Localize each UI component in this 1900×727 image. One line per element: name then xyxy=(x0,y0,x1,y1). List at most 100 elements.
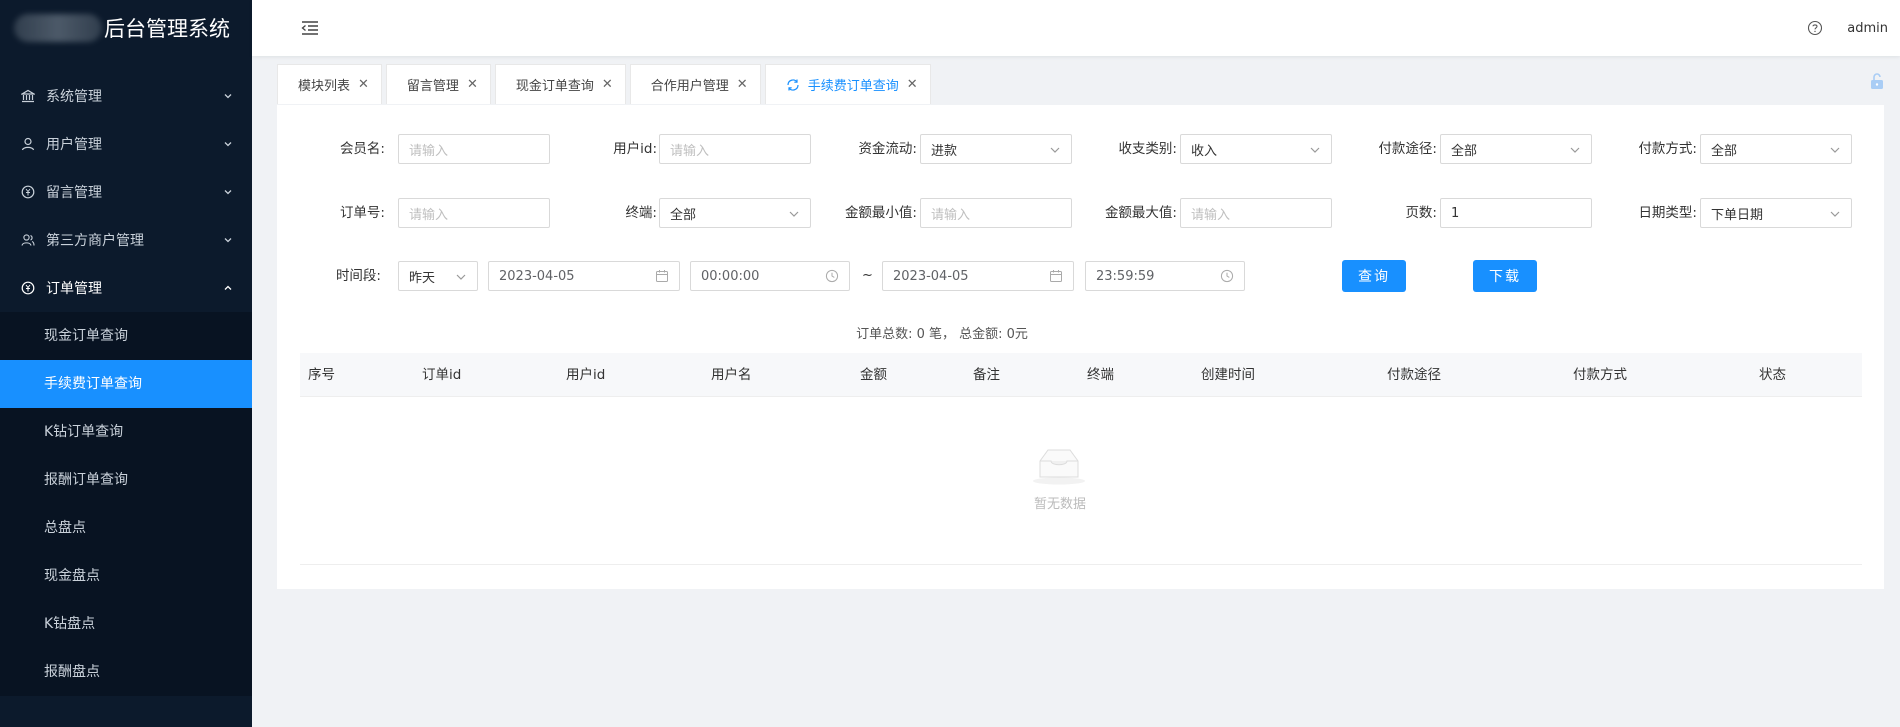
sidebar-subitem-reward-orders[interactable]: 报酬订单查询 xyxy=(0,456,252,504)
sidebar-item-label: 留言管理 xyxy=(46,185,102,201)
column-header: 终端 xyxy=(1087,367,1114,383)
sidebar-subitem-cash-inventory[interactable]: 现金盘点 xyxy=(0,552,252,600)
sidebar: 后台管理系统 系统管理 用户管理 留言管理 第三方商户管理 订单管理 现金订单查… xyxy=(0,0,252,727)
order-no-input[interactable]: 请输入 xyxy=(398,198,550,228)
user-id-input[interactable]: 请输入 xyxy=(659,134,811,164)
order-summary: 订单总数: 0 笔， 总金额: 0元 xyxy=(856,327,1028,342)
close-icon[interactable]: ✕ xyxy=(737,77,748,92)
sidebar-item-label: 用户管理 xyxy=(46,137,102,153)
header-right: admin xyxy=(1807,20,1888,36)
tab-label: 模块列表 xyxy=(298,79,351,94)
start-time-picker[interactable]: 00:00:00 xyxy=(690,261,850,291)
end-time-picker[interactable]: 23:59:59 xyxy=(1085,261,1245,291)
column-header: 创建时间 xyxy=(1201,367,1255,383)
sidebar-subitem-total-inventory[interactable]: 总盘点 xyxy=(0,504,252,552)
sidebar-subitem-kdiamond-orders[interactable]: K钻订单查询 xyxy=(0,408,252,456)
tab-fee-orders[interactable]: 手续费订单查询 ✕ xyxy=(764,64,931,104)
select-value: 收入 xyxy=(1191,143,1218,159)
time-preset-select[interactable]: 昨天 xyxy=(398,261,478,291)
sidebar-item-system[interactable]: 系统管理 xyxy=(0,72,252,120)
min-amount-input[interactable]: 请输入 xyxy=(920,198,1072,228)
close-icon[interactable]: ✕ xyxy=(467,77,478,92)
sidebar-item-orders[interactable]: 订单管理 xyxy=(0,264,252,312)
fund-flow-select[interactable]: 进款 xyxy=(920,134,1072,164)
tab-label: 留言管理 xyxy=(406,79,459,94)
sidebar-subitem-fee-orders[interactable]: 手续费订单查询 xyxy=(0,360,252,408)
query-button[interactable]: 查询 xyxy=(1342,260,1406,292)
terminal-select[interactable]: 全部 xyxy=(659,198,811,228)
pay-method-select[interactable]: 全部 xyxy=(1700,134,1852,164)
download-button[interactable]: 下载 xyxy=(1473,260,1537,292)
date-value: 2023-04-05 xyxy=(499,268,575,284)
sidebar-subitem-kdiamond-inventory[interactable]: K钻盘点 xyxy=(0,600,252,648)
min-amount-label: 金额最小值: xyxy=(844,205,917,221)
tab-cash-orders[interactable]: 现金订单查询 ✕ xyxy=(494,64,626,104)
chevron-down-icon xyxy=(1569,144,1581,156)
order-no-label: 订单号: xyxy=(339,205,385,221)
pay-method-label: 付款方式: xyxy=(1638,141,1697,157)
page-input[interactable]: 1 xyxy=(1440,198,1592,228)
inbox-icon xyxy=(1030,445,1088,485)
tab-bar: 模块列表 ✕ 留言管理 ✕ 现金订单查询 ✕ 合作用户管理 ✕ 手续费订单查询 … xyxy=(277,64,1860,104)
close-icon[interactable]: ✕ xyxy=(358,77,369,92)
chevron-down-icon xyxy=(1049,144,1061,156)
select-value: 全部 xyxy=(1711,143,1738,159)
clock-icon xyxy=(1220,269,1234,283)
sidebar-subitem-cash-orders[interactable]: 现金订单查询 xyxy=(0,312,252,360)
tab-label: 合作用户管理 xyxy=(650,79,729,94)
sidebar-item-messages[interactable]: 留言管理 xyxy=(0,168,252,216)
unlock-icon[interactable] xyxy=(1868,72,1886,90)
user-name[interactable]: admin xyxy=(1847,21,1888,36)
select-value: 下单日期 xyxy=(1711,207,1764,223)
calendar-icon xyxy=(1049,269,1063,283)
io-type-select[interactable]: 收入 xyxy=(1180,134,1332,164)
sidebar-menu: 系统管理 用户管理 留言管理 第三方商户管理 订单管理 现金订单查询 手续费订单… xyxy=(0,56,252,696)
sidebar-item-users[interactable]: 用户管理 xyxy=(0,120,252,168)
end-date-picker[interactable]: 2023-04-05 xyxy=(882,261,1074,291)
menu-collapse-icon[interactable] xyxy=(300,18,320,38)
member-name-input[interactable]: 请输入 xyxy=(398,134,550,164)
orders-submenu: 现金订单查询 手续费订单查询 K钻订单查询 报酬订单查询 总盘点 现金盘点 K钻… xyxy=(0,312,252,696)
pay-channel-label: 付款途径: xyxy=(1378,141,1437,157)
range-separator: ~ xyxy=(862,268,873,283)
filter-row-2: 订单号: 请输入 终端: 全部 金额最小值: 请输入 金额最大值: 请输入 页数… xyxy=(277,198,1884,228)
bank-icon xyxy=(20,88,36,104)
empty-text: 暂无数据 xyxy=(1033,497,1086,512)
orders-table: 序号 订单id 用户id 用户名 金额 备注 终端 创建时间 付款途径 付款方式… xyxy=(300,353,1862,565)
close-icon[interactable]: ✕ xyxy=(602,77,613,92)
max-amount-label: 金额最大值: xyxy=(1104,205,1177,221)
main-content: 会员名: 请输入 用户id: 请输入 资金流动: 进款 收支类别: 收入 付款途… xyxy=(277,105,1884,589)
logo: 后台管理系统 xyxy=(0,0,252,56)
time-range-label: 时间段: xyxy=(335,268,381,284)
start-date-picker[interactable]: 2023-04-05 xyxy=(488,261,680,291)
tab-messages[interactable]: 留言管理 ✕ xyxy=(385,64,491,104)
max-amount-input[interactable]: 请输入 xyxy=(1180,198,1332,228)
team-icon xyxy=(20,232,36,248)
help-icon[interactable] xyxy=(1807,20,1823,36)
filter-row-1: 会员名: 请输入 用户id: 请输入 资金流动: 进款 收支类别: 收入 付款途… xyxy=(277,134,1884,164)
fund-flow-label: 资金流动: xyxy=(858,141,917,157)
date-value: 2023-04-05 xyxy=(893,268,969,284)
date-type-select[interactable]: 下单日期 xyxy=(1700,198,1852,228)
sidebar-item-label: 订单管理 xyxy=(46,281,102,297)
column-header: 订单id xyxy=(422,367,462,383)
top-header: admin xyxy=(252,0,1900,56)
close-icon[interactable]: ✕ xyxy=(907,77,918,92)
sidebar-item-merchants[interactable]: 第三方商户管理 xyxy=(0,216,252,264)
user-id-label: 用户id: xyxy=(613,141,657,157)
tab-partner-users[interactable]: 合作用户管理 ✕ xyxy=(629,64,761,104)
refresh-icon[interactable] xyxy=(786,78,800,92)
sidebar-item-label: 第三方商户管理 xyxy=(46,233,144,249)
select-value: 进款 xyxy=(931,143,958,159)
sidebar-subitem-reward-inventory[interactable]: 报酬盘点 xyxy=(0,648,252,696)
column-header: 序号 xyxy=(308,367,335,383)
coin-icon xyxy=(20,280,36,296)
chevron-down-icon xyxy=(222,234,234,246)
page-label: 页数: xyxy=(1405,205,1437,221)
pay-channel-select[interactable]: 全部 xyxy=(1440,134,1592,164)
date-type-label: 日期类型: xyxy=(1638,205,1697,221)
filter-row-3: 时间段: 昨天 2023-04-05 00:00:00 ~ 2023-04-05… xyxy=(277,260,1884,292)
member-name-label: 会员名: xyxy=(339,141,385,157)
column-header: 备注 xyxy=(973,367,1000,383)
tab-module-list[interactable]: 模块列表 ✕ xyxy=(277,64,382,104)
